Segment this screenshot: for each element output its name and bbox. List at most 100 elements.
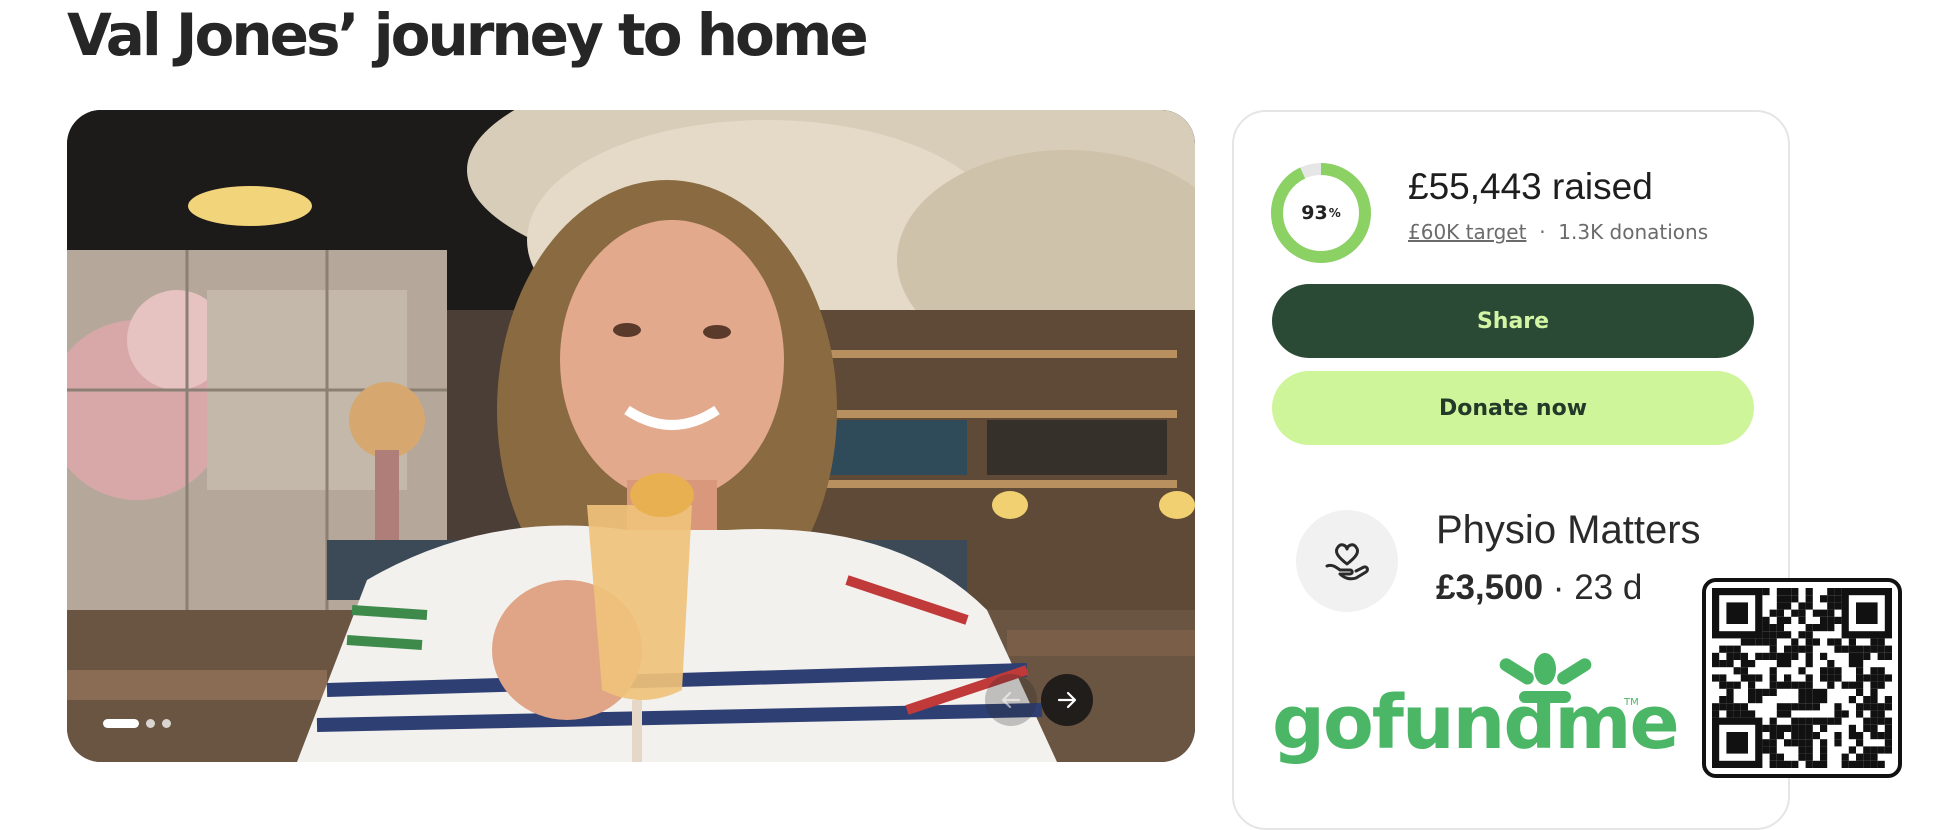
arrow-left-icon: [1001, 691, 1021, 709]
qr-module: [1870, 703, 1878, 711]
qr-module: [1877, 717, 1885, 725]
qr-module: [1740, 660, 1748, 668]
qr-module: [1884, 645, 1892, 653]
qr-module: [1791, 681, 1799, 689]
campaign-photo: [67, 110, 1195, 762]
qr-module: [1870, 638, 1878, 646]
qr-module: [1769, 681, 1777, 689]
qr-module: [1784, 703, 1792, 711]
qr-module: [1820, 724, 1828, 732]
qr-module: [1834, 739, 1842, 747]
qr-module: [1870, 717, 1878, 725]
qr-module: [1805, 717, 1813, 725]
qr-module: [1884, 674, 1892, 682]
qr-module: [1863, 760, 1871, 768]
qr-module: [1827, 588, 1835, 596]
qr-module: [1827, 616, 1835, 624]
qr-module: [1776, 595, 1784, 603]
qr-module: [1834, 638, 1842, 646]
qr-code[interactable]: [1702, 578, 1902, 778]
qr-module: [1776, 753, 1784, 761]
qr-module: [1877, 760, 1885, 768]
qr-module: [1791, 652, 1799, 660]
qr-module: [1856, 710, 1864, 718]
qr-module: [1805, 638, 1813, 646]
qr-module: [1805, 588, 1813, 596]
qr-module: [1863, 674, 1871, 682]
qr-module: [1784, 760, 1792, 768]
qr-module: [1776, 760, 1784, 768]
qr-module: [1820, 746, 1828, 754]
qr-module: [1769, 724, 1777, 732]
qr-module: [1769, 732, 1777, 740]
qr-module: [1784, 616, 1792, 624]
qr-module: [1798, 645, 1806, 653]
qr-module: [1884, 732, 1892, 740]
qr-module: [1884, 703, 1892, 711]
qr-module: [1769, 652, 1777, 660]
campaign-photo-carousel[interactable]: [67, 110, 1195, 762]
qr-module: [1748, 681, 1756, 689]
qr-module: [1769, 739, 1777, 747]
qr-module: [1726, 681, 1734, 689]
qr-module: [1812, 703, 1820, 711]
qr-module: [1769, 631, 1777, 639]
qr-module: [1719, 660, 1727, 668]
qr-module: [1848, 681, 1856, 689]
qr-module: [1733, 652, 1741, 660]
qr-module: [1841, 710, 1849, 718]
qr-module: [1841, 645, 1849, 653]
donation-separator: ·: [1552, 568, 1565, 607]
qr-module: [1877, 710, 1885, 718]
qr-module: [1740, 652, 1748, 660]
qr-module: [1834, 588, 1842, 596]
qr-module: [1827, 638, 1835, 646]
qr-module: [1762, 631, 1770, 639]
qr-module: [1740, 638, 1748, 646]
qr-module: [1762, 739, 1770, 747]
qr-module: [1769, 667, 1777, 675]
top-donation-details: £3,500 · 23 d: [1436, 568, 1642, 608]
qr-module: [1798, 667, 1806, 675]
carousel-dot[interactable]: [146, 719, 155, 728]
qr-module: [1726, 688, 1734, 696]
qr-module: [1798, 631, 1806, 639]
qr-module: [1848, 724, 1856, 732]
qr-module: [1762, 638, 1770, 646]
share-button[interactable]: Share: [1272, 284, 1754, 358]
qr-module: [1712, 710, 1720, 718]
qr-module: [1791, 703, 1799, 711]
target-link[interactable]: £60K target: [1408, 220, 1526, 244]
qr-module: [1805, 732, 1813, 740]
carousel-prev-button[interactable]: [985, 674, 1037, 726]
qr-module: [1870, 732, 1878, 740]
carousel-dot[interactable]: [162, 719, 171, 728]
carousel-dot-active[interactable]: [103, 719, 139, 728]
qr-module: [1726, 703, 1734, 711]
qr-module: [1820, 667, 1828, 675]
qr-module: [1812, 696, 1820, 704]
qr-module: [1776, 652, 1784, 660]
qr-module: [1784, 724, 1792, 732]
qr-module: [1776, 588, 1784, 596]
qr-module: [1740, 710, 1748, 718]
donation-count: 1.3K donations: [1558, 220, 1709, 244]
qr-module: [1798, 703, 1806, 711]
qr-module: [1712, 674, 1720, 682]
qr-module: [1719, 645, 1727, 653]
qr-module: [1827, 609, 1835, 617]
qr-module: [1712, 703, 1720, 711]
qr-module: [1863, 652, 1871, 660]
donate-now-button[interactable]: Donate now: [1272, 371, 1754, 445]
qr-module: [1791, 588, 1799, 596]
carousel-next-button[interactable]: [1041, 674, 1093, 726]
qr-module: [1755, 688, 1763, 696]
qr-module: [1834, 667, 1842, 675]
qr-module: [1877, 732, 1885, 740]
qr-module: [1884, 717, 1892, 725]
qr-module: [1877, 674, 1885, 682]
qr-module: [1798, 732, 1806, 740]
qr-module: [1776, 609, 1784, 617]
qr-module: [1812, 760, 1820, 768]
qr-module: [1776, 631, 1784, 639]
